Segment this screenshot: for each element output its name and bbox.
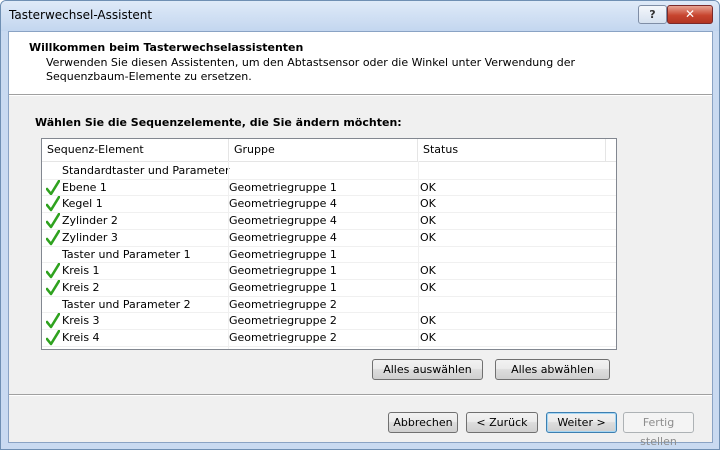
column-header-status[interactable]: Status — [418, 139, 606, 161]
sequence-element-name: Taster und Parameter 1 — [62, 247, 191, 261]
group-cell: Geometriegruppe 2 — [229, 297, 337, 311]
table-row[interactable]: Standardtaster und Parameter — [42, 163, 616, 179]
header-divider — [9, 94, 712, 96]
section-label: Wählen Sie die Sequenzelemente, die Sie … — [35, 116, 402, 129]
status-cell: OK — [420, 180, 436, 194]
column-header-sequence-element[interactable]: Sequenz-Element — [42, 139, 229, 161]
group-cell: Geometriegruppe 1 — [229, 280, 337, 294]
deselect-all-button[interactable]: Alles abwählen — [495, 359, 610, 380]
checkmark-icon[interactable] — [46, 179, 60, 196]
next-button[interactable]: Weiter > — [546, 412, 617, 433]
checkmark-icon[interactable] — [46, 313, 60, 329]
help-button[interactable]: ? — [638, 5, 667, 24]
back-button[interactable]: < Zurück — [466, 412, 538, 433]
table-row[interactable]: Kegel 1 Geometriegruppe 4 OK — [42, 196, 616, 212]
row-divider — [42, 345, 616, 347]
sequence-element-name: Kreis 1 — [62, 264, 100, 278]
column-divider — [418, 161, 419, 349]
close-button[interactable]: ✕ — [667, 5, 713, 24]
table-row[interactable]: Ebene 1 Geometriegruppe 1 OK — [42, 179, 616, 196]
sequence-element-name: Zylinder 2 — [62, 214, 118, 228]
checkmark-icon[interactable] — [46, 229, 60, 246]
title-bar[interactable]: Tasterwechsel-Assistent ? ✕ — [1, 1, 719, 31]
sequence-element-name: Zylinder 3 — [62, 230, 118, 244]
table-row[interactable]: Zylinder 3 Geometriegruppe 4 OK — [42, 229, 616, 246]
group-cell: Geometriegruppe 1 — [229, 247, 337, 261]
status-cell: OK — [420, 331, 436, 344]
checkmark-icon[interactable] — [46, 263, 60, 279]
list-header: Sequenz-Element Gruppe Status — [42, 139, 616, 162]
column-divider — [228, 161, 229, 349]
status-cell: OK — [420, 264, 436, 278]
group-cell: Geometriegruppe 1 — [229, 264, 337, 278]
checkmark-icon[interactable] — [46, 330, 60, 346]
sequence-element-name: Taster und Parameter 2 — [62, 297, 191, 311]
group-cell: Geometriegruppe 2 — [229, 331, 337, 344]
table-row[interactable]: Kreis 2 Geometriegruppe 1 OK — [42, 279, 616, 296]
table-row[interactable]: Taster und Parameter 2 Geometriegruppe 2 — [42, 297, 616, 313]
group-cell: Geometriegruppe 4 — [229, 197, 337, 211]
sequence-element-name: Kreis 4 — [62, 331, 100, 344]
header-description: Verwenden Sie diesen Assistenten, um den… — [46, 56, 575, 83]
wizard-header: Willkommen beim Tasterwechselassistenten… — [9, 32, 712, 94]
group-cell: Geometriegruppe 4 — [229, 214, 337, 228]
checkmark-icon[interactable] — [46, 196, 60, 212]
checkmark-icon[interactable] — [46, 279, 60, 296]
group-cell: Geometriegruppe 1 — [229, 180, 337, 194]
table-row[interactable]: Kreis 4 Geometriegruppe 2 OK — [42, 330, 616, 346]
sequence-element-name: Kreis 2 — [62, 280, 100, 294]
wizard-body: Willkommen beim Tasterwechselassistenten… — [8, 31, 713, 448]
status-cell: OK — [420, 197, 436, 211]
select-all-button[interactable]: Alles auswählen — [372, 359, 483, 380]
status-cell: OK — [420, 214, 436, 228]
sequence-list[interactable]: Sequenz-Element Gruppe Status Standardta… — [41, 138, 617, 350]
group-cell: Geometriegruppe 2 — [229, 314, 337, 328]
finish-button: Fertig stellen — [623, 412, 694, 448]
table-row[interactable]: Zylinder 2 Geometriegruppe 4 OK — [42, 213, 616, 229]
status-cell: OK — [420, 314, 436, 328]
table-row[interactable]: Taster und Parameter 1 Geometriegruppe 1 — [42, 247, 616, 263]
group-cell: Geometriegruppe 4 — [229, 230, 337, 244]
sequence-element-name: Kegel 1 — [62, 197, 103, 211]
column-header-group[interactable]: Gruppe — [229, 139, 418, 161]
header-title: Willkommen beim Tasterwechselassistenten — [29, 41, 304, 54]
sequence-element-name: Kreis 3 — [62, 314, 100, 328]
cancel-button[interactable]: Abbrechen — [388, 412, 458, 433]
status-cell: OK — [420, 280, 436, 294]
checkmark-icon[interactable] — [46, 213, 60, 229]
sequence-element-name: Ebene 1 — [62, 180, 107, 194]
window-title: Tasterwechsel-Assistent — [9, 8, 153, 22]
wizard-window: Tasterwechsel-Assistent ? ✕ Willkommen b… — [0, 0, 720, 450]
footer-divider — [9, 394, 712, 396]
table-row[interactable]: Kreis 3 Geometriegruppe 2 OK — [42, 313, 616, 329]
sequence-element-name: Standardtaster und Parameter — [62, 164, 230, 177]
table-row[interactable]: Kreis 1 Geometriegruppe 1 OK — [42, 263, 616, 279]
status-cell: OK — [420, 230, 436, 244]
